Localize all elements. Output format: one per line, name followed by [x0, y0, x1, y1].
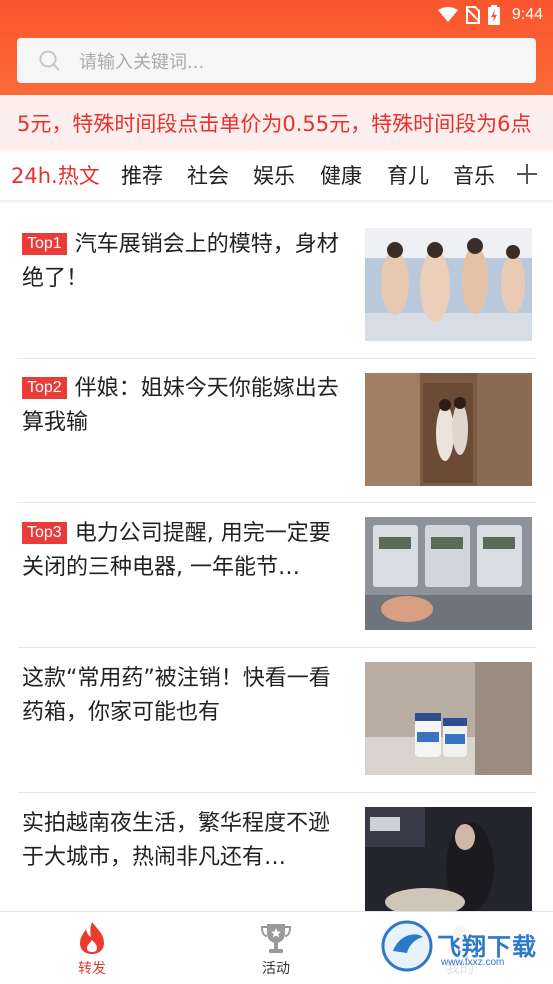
news-title: Top1 汽车展销会上的模特，身材绝了！	[22, 228, 340, 296]
status-icons: 9:44	[437, 4, 543, 26]
nav-forward[interactable]: 转发	[32, 920, 152, 978]
watermark-url: www.fxxz.com	[441, 957, 505, 968]
news-title-text: 实拍越南夜生活，繁华程度不逊于大城市，热闹非凡还有…	[22, 811, 331, 870]
notice-marquee: 5元，特殊时间段点击单价为0.55元，特殊时间段为6点	[0, 95, 553, 150]
tab-health[interactable]: 健康	[320, 160, 362, 190]
wifi-icon	[437, 7, 458, 23]
news-title: Top2 伴娘：姐妹今天你能嫁出去算我输	[22, 372, 340, 440]
trophy-icon	[258, 920, 294, 956]
search-icon	[39, 50, 61, 72]
battery-icon	[487, 5, 500, 25]
news-title-text: 伴娘：姐妹今天你能嫁出去算我输	[22, 376, 339, 435]
nav-label: 转发	[78, 961, 106, 977]
tab-recommend[interactable]: 推荐	[121, 160, 163, 190]
news-title-text: 电力公司提醒, 用完一定要关闭的三种电器, 一年能节…	[22, 521, 331, 580]
news-title: Top3 电力公司提醒, 用完一定要关闭的三种电器, 一年能节…	[22, 517, 340, 585]
category-tabs: 24h.热文 推荐 社会 娱乐 健康 育儿 音乐	[0, 150, 553, 200]
news-list: Top1 汽车展销会上的模特，身材绝了！ Top2 伴娘：姐妹今天你能嫁出去算我输	[0, 200, 553, 911]
rank-badge: Top3	[22, 522, 67, 544]
add-tab-icon[interactable]	[515, 162, 539, 186]
tab-24h-hot[interactable]: 24h.热文	[11, 160, 100, 190]
news-thumbnail	[365, 807, 532, 911]
news-title: 这款“常用药”被注销！快看一看药箱，你家可能也有	[22, 662, 340, 730]
list-item[interactable]: 这款“常用药”被注销！快看一看药箱，你家可能也有	[18, 648, 536, 793]
list-item[interactable]: Top3 电力公司提醒, 用完一定要关闭的三种电器, 一年能节…	[18, 503, 536, 648]
tab-society[interactable]: 社会	[187, 160, 229, 190]
news-title-text: 这款“常用药”被注销！快看一看药箱，你家可能也有	[22, 666, 331, 725]
news-thumbnail	[365, 373, 532, 486]
status-bar: 9:44	[0, 0, 553, 30]
tab-entertainment[interactable]: 娱乐	[253, 160, 295, 190]
news-title: 实拍越南夜生活，繁华程度不逊于大城市，热闹非凡还有…	[22, 807, 340, 875]
rank-badge: Top1	[22, 233, 67, 255]
flame-icon	[74, 920, 110, 956]
watermark-logo: 飞翔下载 www.fxxz.com	[379, 915, 547, 977]
list-item[interactable]: Top2 伴娘：姐妹今天你能嫁出去算我输	[18, 358, 536, 503]
search-placeholder: 请输入关键词...	[79, 51, 205, 73]
notice-text: 5元，特殊时间段点击单价为0.55元，特殊时间段为6点	[17, 112, 532, 136]
status-time: 9:44	[511, 6, 543, 23]
list-item[interactable]: Top1 汽车展销会上的模特，身材绝了！	[18, 214, 536, 359]
news-thumbnail	[365, 662, 532, 775]
news-title-text: 汽车展销会上的模特，身材绝了！	[22, 232, 339, 291]
news-thumbnail	[365, 228, 532, 341]
tab-music[interactable]: 音乐	[453, 160, 495, 190]
list-item[interactable]: 实拍越南夜生活，繁华程度不逊于大城市，热闹非凡还有…	[18, 793, 536, 911]
app-header: 9:44 请输入关键词...	[0, 0, 553, 95]
news-thumbnail	[365, 517, 532, 630]
nav-activity[interactable]: 活动	[216, 920, 336, 978]
rank-badge: Top2	[22, 377, 67, 399]
tab-parenting[interactable]: 育儿	[387, 160, 429, 190]
search-input[interactable]: 请输入关键词...	[17, 38, 536, 83]
nav-label: 活动	[262, 961, 290, 977]
no-sim-icon	[465, 6, 480, 24]
